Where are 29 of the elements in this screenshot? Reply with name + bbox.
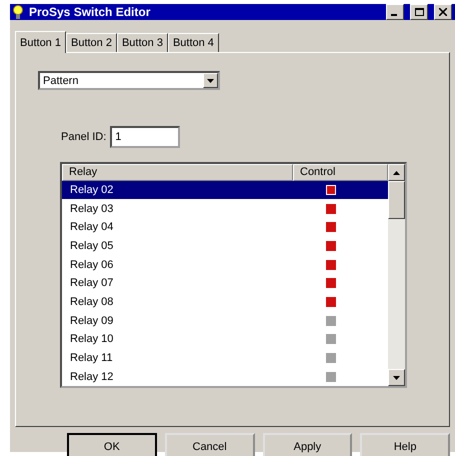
scroll-down-button[interactable]	[388, 369, 405, 386]
panel-id-label: Panel ID:	[61, 131, 106, 143]
dialog-button[interactable]: Cancel	[164, 433, 254, 456]
tab[interactable]: Button 3	[116, 33, 168, 52]
column-header[interactable]: Relay	[62, 164, 293, 181]
dialog-button[interactable]: Help	[360, 433, 450, 456]
down-arrow-icon	[393, 376, 400, 380]
scroll-thumb[interactable]	[388, 181, 405, 219]
maximize-button[interactable]	[410, 4, 428, 20]
mode-dropdown[interactable]: Pattern	[38, 71, 220, 90]
dialog-button[interactable]: Apply	[262, 433, 352, 456]
tab[interactable]: Button 4	[168, 33, 219, 52]
close-button[interactable]	[434, 4, 452, 20]
down-arrow-icon	[207, 78, 214, 82]
relay-row[interactable]: Relay 02	[62, 180, 388, 200]
scroll-up-button[interactable]	[388, 164, 405, 181]
dialog-button[interactable]: OK	[67, 433, 157, 456]
scrollbar[interactable]	[388, 164, 405, 386]
panel-id-field[interactable]: 1	[110, 126, 180, 148]
minimize-button[interactable]	[386, 4, 404, 20]
close-icon	[439, 8, 447, 16]
column-header[interactable]: Control	[293, 164, 388, 181]
maximize-icon	[414, 8, 424, 16]
tab[interactable]: Button 2	[66, 33, 117, 52]
window-title: ProSys Switch Editor	[29, 5, 152, 19]
up-arrow-icon	[393, 170, 400, 174]
tab[interactable]: Button 1	[15, 31, 66, 53]
dropdown-button[interactable]	[203, 73, 218, 88]
lightbulb-icon	[13, 4, 23, 20]
